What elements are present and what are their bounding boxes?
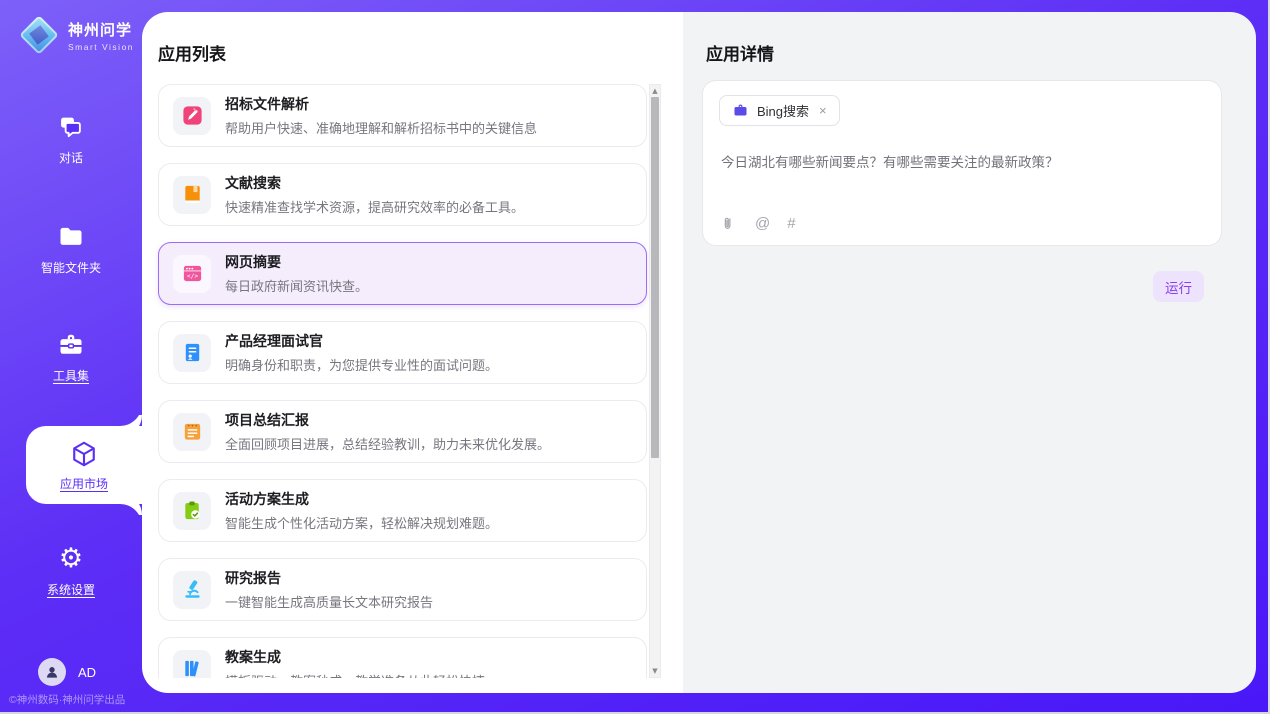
app-card[interactable]: 教案生成 模板驱动，教案秒成，教学准备从此轻松快捷 bbox=[158, 637, 647, 678]
avatar[interactable] bbox=[38, 658, 66, 686]
hash-icon[interactable]: # bbox=[787, 215, 795, 232]
sidebar-item-label: 应用市场 bbox=[60, 475, 108, 492]
sidebar-item-chat[interactable]: 对话 bbox=[0, 112, 142, 166]
chat-icon bbox=[57, 113, 85, 141]
app-card[interactable]: 产品经理面试官 明确身份和职责，为您提供专业性的面试问题。 bbox=[158, 321, 647, 384]
book-icon bbox=[181, 183, 204, 206]
prompt-card: Bing搜索 × 今日湖北有哪些新闻要点？有哪些需要关注的最新政策？ @ # bbox=[702, 80, 1222, 246]
app-card[interactable]: 招标文件解析 帮助用户快速、准确地理解和解析招标书中的关键信息 bbox=[158, 84, 647, 147]
scroll-down-icon[interactable]: ▼ bbox=[650, 665, 660, 677]
app-card-title: 产品经理面试官 bbox=[225, 331, 498, 351]
app-card-description: 一键智能生成高质量长文本研究报告 bbox=[225, 592, 433, 611]
gear-icon: ⚙ bbox=[59, 544, 83, 574]
microscope-icon bbox=[181, 578, 204, 601]
app-card-title: 招标文件解析 bbox=[225, 94, 537, 114]
pen-square-icon bbox=[181, 104, 204, 127]
briefcase-icon bbox=[732, 102, 749, 119]
user-icon bbox=[43, 663, 61, 681]
sidebar-item-label: 智能文件夹 bbox=[41, 259, 101, 276]
folder-icon bbox=[57, 223, 85, 251]
app-card[interactable]: 文献搜索 快速精准查找学术资源，提高研究效率的必备工具。 bbox=[158, 163, 647, 226]
app-card-description: 全面回顾项目进展，总结经验教训，助力未来优化发展。 bbox=[225, 434, 550, 453]
toolbox-icon bbox=[57, 331, 85, 359]
cube-icon bbox=[69, 439, 99, 469]
books-icon bbox=[181, 657, 204, 678]
sidebar-item-toolbox[interactable]: 工具集 bbox=[0, 330, 142, 384]
brand-subtitle: Smart Vision bbox=[68, 42, 134, 52]
app-detail-title: 应用详情 bbox=[706, 40, 774, 65]
sidebar-item-folder[interactable]: 智能文件夹 bbox=[0, 222, 142, 276]
app-card-title: 研究报告 bbox=[225, 568, 433, 588]
scrollbar-thumb[interactable] bbox=[651, 97, 659, 458]
svg-text:</>: </> bbox=[186, 273, 197, 280]
app-card-title: 教案生成 bbox=[225, 647, 485, 667]
prompt-input[interactable]: 今日湖北有哪些新闻要点？有哪些需要关注的最新政策？ bbox=[721, 151, 1203, 171]
sidebar: 神州问学 Smart Vision 对话 智能文件夹 工具集 应用市场 ⚙ 系统… bbox=[0, 0, 142, 712]
tool-tag-bing[interactable]: Bing搜索 × bbox=[719, 95, 840, 126]
app-window: 神州问学 Smart Vision 对话 智能文件夹 工具集 应用市场 ⚙ 系统… bbox=[0, 0, 1268, 712]
scrollbar[interactable]: ▲ ▼ bbox=[649, 84, 661, 678]
app-detail-panel: 应用详情 Bing搜索 × 今日湖北有哪些新闻要点？有哪些需要关注的最新政策？ … bbox=[683, 12, 1256, 693]
app-list-viewport: 招标文件解析 帮助用户快速、准确地理解和解析招标书中的关键信息 文献搜索 快速精… bbox=[142, 84, 683, 678]
copyright-text: ©神州数码·神州问学出品 bbox=[9, 692, 125, 707]
sidebar-item-label: 系统设置 bbox=[47, 581, 95, 598]
app-card-description: 每日政府新闻资讯快查。 bbox=[225, 276, 368, 295]
sidebar-item-label: 对话 bbox=[59, 149, 83, 166]
sidebar-item-gear[interactable]: ⚙ 系统设置 bbox=[0, 544, 142, 598]
app-card-title: 网页摘要 bbox=[225, 252, 368, 272]
scroll-up-icon[interactable]: ▲ bbox=[650, 85, 660, 97]
app-card[interactable]: </> 网页摘要 每日政府新闻资讯快查。 bbox=[158, 242, 647, 305]
attachment-icon[interactable] bbox=[721, 215, 738, 232]
sidebar-item-label: 工具集 bbox=[53, 367, 89, 384]
brand-name: 神州问学 bbox=[68, 19, 134, 40]
run-button[interactable]: 运行 bbox=[1153, 271, 1204, 302]
sidebar-item-cube[interactable]: 应用市场 bbox=[26, 426, 142, 504]
app-card-description: 快速精准查找学术资源，提高研究效率的必备工具。 bbox=[225, 197, 524, 216]
interviewer-icon bbox=[181, 341, 204, 364]
app-card-description: 智能生成个性化活动方案，轻松解决规划难题。 bbox=[225, 513, 498, 532]
app-card[interactable]: 项目总结汇报 全面回顾项目进展，总结经验教训，助力未来优化发展。 bbox=[158, 400, 647, 463]
close-icon[interactable]: × bbox=[817, 102, 829, 119]
tool-tag-label: Bing搜索 bbox=[757, 101, 809, 120]
app-card-title: 文献搜索 bbox=[225, 173, 524, 193]
app-list-title: 应用列表 bbox=[158, 40, 226, 65]
user-account[interactable]: AD bbox=[38, 658, 96, 686]
app-card-description: 帮助用户快速、准确地理解和解析招标书中的关键信息 bbox=[225, 118, 537, 137]
app-card[interactable]: 活动方案生成 智能生成个性化活动方案，轻松解决规划难题。 bbox=[158, 479, 647, 542]
browser-code-icon: </> bbox=[181, 262, 204, 285]
brand: 神州问学 Smart Vision bbox=[18, 14, 134, 56]
app-card[interactable]: 研究报告 一键智能生成高质量长文本研究报告 bbox=[158, 558, 647, 621]
app-card-title: 活动方案生成 bbox=[225, 489, 498, 509]
app-list-panel: 应用列表 招标文件解析 帮助用户快速、准确地理解和解析招标书中的关键信息 文献搜… bbox=[142, 12, 683, 693]
app-card-description: 模板驱动，教案秒成，教学准备从此轻松快捷 bbox=[225, 671, 485, 678]
notepad-icon bbox=[181, 420, 204, 443]
main-content: 应用列表 招标文件解析 帮助用户快速、准确地理解和解析招标书中的关键信息 文献搜… bbox=[142, 12, 1256, 693]
input-toolbar: @ # bbox=[721, 215, 796, 232]
clipboard-check-icon bbox=[181, 499, 204, 522]
mention-icon[interactable]: @ bbox=[755, 215, 770, 232]
app-card-title: 项目总结汇报 bbox=[225, 410, 550, 430]
user-label: AD bbox=[78, 665, 96, 680]
app-card-description: 明确身份和职责，为您提供专业性的面试问题。 bbox=[225, 355, 498, 374]
brand-logo-icon bbox=[18, 14, 60, 56]
